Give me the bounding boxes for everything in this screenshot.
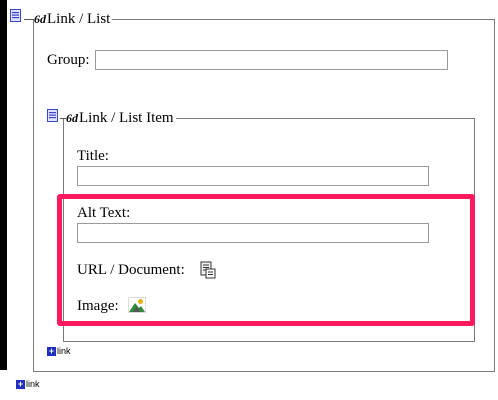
inner-legend: 6dLink / List Item [66, 110, 176, 126]
add-link-button[interactable]: + link [47, 346, 71, 357]
outer-legend: 6dLink / List [34, 11, 113, 27]
glasses-icon: 6d [66, 111, 78, 125]
add-link-label: link [57, 346, 71, 356]
title-label: Title: [77, 148, 109, 164]
inner-legend-title: Link / List Item [79, 110, 174, 126]
document-icon[interactable] [47, 109, 58, 122]
legend-connector [24, 19, 34, 20]
group-label: Group: [47, 52, 90, 68]
highlight-box [57, 194, 475, 326]
add-link-label: link [26, 379, 40, 389]
left-edge-bar [0, 0, 7, 370]
glasses-icon: 6d [34, 12, 46, 26]
plus-icon: + [16, 379, 25, 390]
title-input[interactable] [77, 166, 429, 186]
group-input[interactable] [95, 50, 448, 70]
add-link-button[interactable]: + link [16, 379, 40, 390]
outer-legend-title: Link / List [47, 11, 111, 27]
document-icon[interactable] [10, 9, 21, 22]
plus-icon: + [47, 346, 56, 357]
